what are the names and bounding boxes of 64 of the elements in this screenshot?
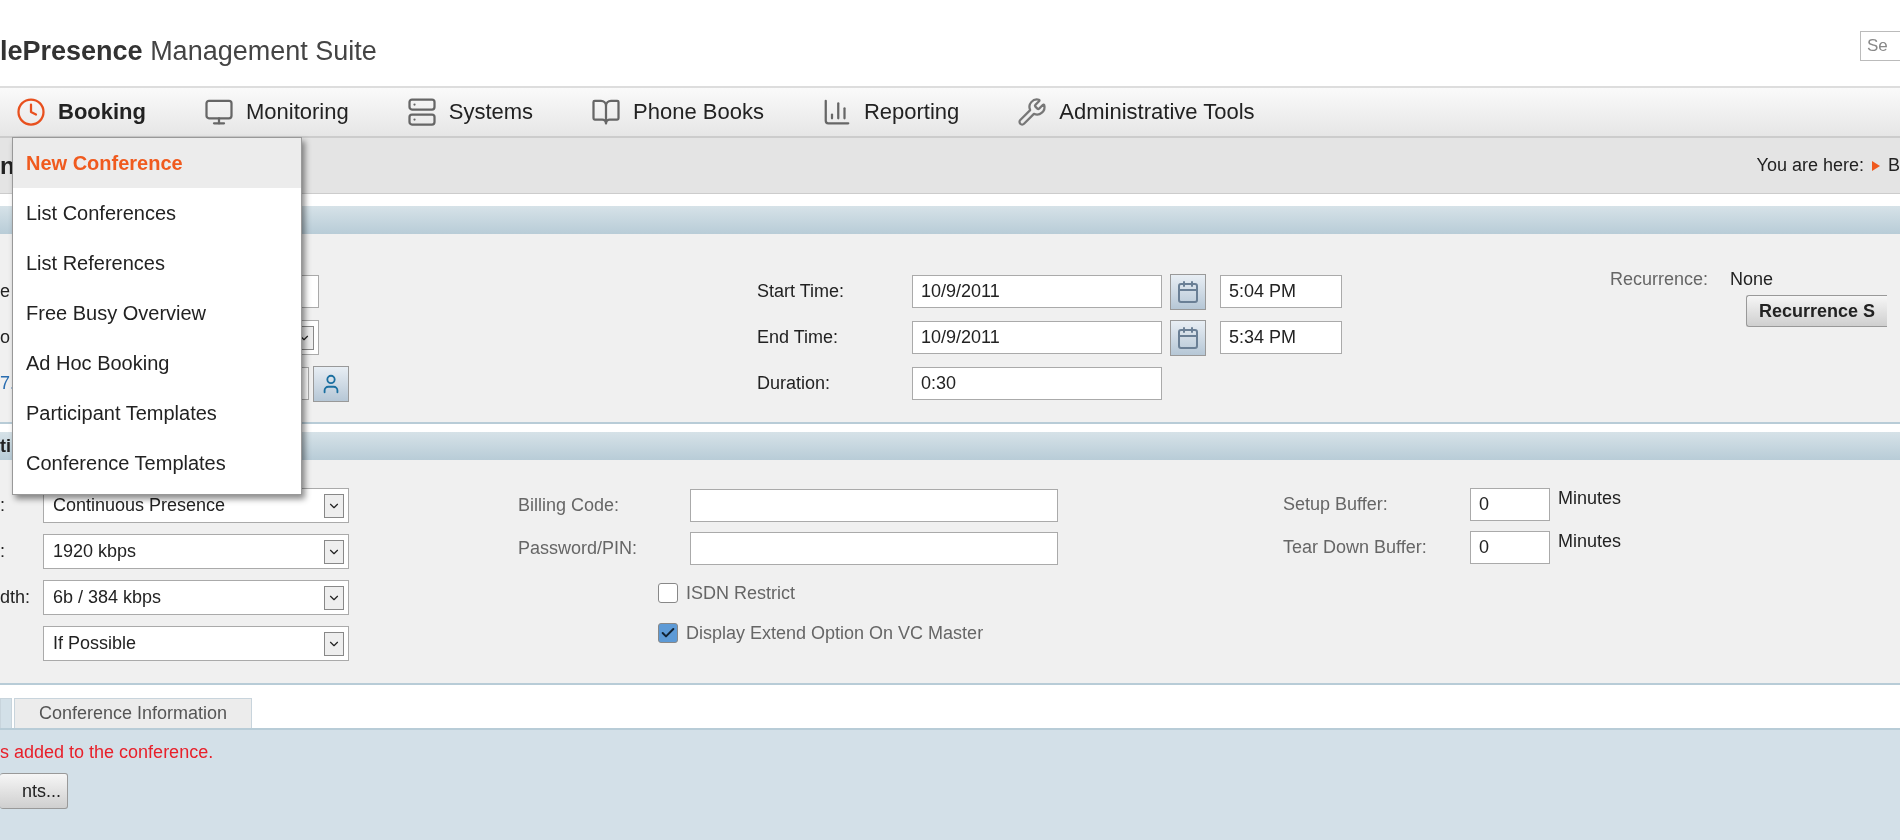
field-label: End Time: — [757, 327, 839, 348]
field-label: Setup Buffer: — [1283, 493, 1389, 515]
nav-item[interactable]: Phone Books — [591, 97, 764, 127]
calendar-button[interactable] — [1170, 273, 1206, 310]
checkbox[interactable] — [658, 623, 678, 643]
monitor-icon — [204, 97, 234, 127]
time-field[interactable]: 5:04 PM — [1220, 275, 1342, 308]
field-label: e — [0, 281, 10, 302]
participants-button[interactable]: nts... — [0, 773, 68, 809]
menu-item[interactable]: List Conferences — [13, 188, 301, 238]
calendar-button[interactable] — [1170, 319, 1206, 356]
tab[interactable]: Conference Information — [14, 698, 253, 728]
calendar-icon — [1176, 279, 1200, 304]
text-field[interactable] — [690, 532, 1058, 565]
select-field[interactable]: 1920 kbps — [43, 534, 349, 569]
warning-message: s added to the conference. — [0, 742, 215, 763]
nav-item[interactable]: Reporting — [821, 97, 960, 127]
checkbox-label: Display Extend Option On VC Master — [686, 622, 984, 644]
checkbox[interactable] — [658, 583, 678, 603]
breadcrumb-link[interactable]: B — [1888, 155, 1900, 176]
menu-item[interactable]: Ad Hoc Booking — [13, 338, 301, 388]
section-title: ti — [0, 435, 11, 457]
field-label: Start Time: — [757, 281, 845, 302]
field-label: o — [0, 327, 10, 348]
search-field[interactable]: Se — [1860, 31, 1900, 61]
buffer-field[interactable]: 0 — [1470, 488, 1550, 521]
field-label: dth: — [0, 587, 31, 608]
app-title: lePresence Management Suite — [0, 35, 377, 67]
select-field[interactable]: 6b / 384 kbps — [43, 580, 349, 615]
nav-item[interactable]: Monitoring — [204, 97, 349, 127]
breadcrumb-arrow-icon — [1872, 160, 1880, 171]
user-lookup-button[interactable] — [313, 365, 349, 402]
nav-item[interactable]: Administrative Tools — [1017, 97, 1255, 127]
field-label: Duration: — [757, 373, 831, 394]
text-field[interactable] — [690, 489, 1058, 522]
field-label: : — [0, 495, 5, 516]
wrench-icon — [1017, 97, 1048, 127]
date-field[interactable]: 10/9/2011 — [912, 321, 1162, 354]
calendar-icon — [1176, 325, 1200, 350]
checkbox-label: ISDN Restrict — [686, 582, 795, 604]
field-label: Tear Down Buffer: — [1283, 536, 1428, 558]
menu-item[interactable]: List References — [13, 238, 301, 288]
select-field[interactable]: If Possible — [43, 626, 349, 661]
date-field[interactable]: 10/9/2011 — [912, 275, 1162, 308]
field-label: Password/PIN: — [518, 538, 639, 559]
unit-label: Minutes — [1558, 531, 1622, 552]
menu-item[interactable]: Free Busy Overview — [13, 288, 301, 338]
duration-field[interactable]: 0:30 — [912, 367, 1162, 400]
field-label: : — [0, 541, 5, 562]
buffer-field[interactable]: 0 — [1470, 531, 1550, 564]
breadcrumb-label: You are here: — [1756, 155, 1864, 176]
clock-icon — [16, 97, 46, 127]
book-icon — [591, 97, 622, 127]
recurrence-value: None — [1730, 269, 1774, 290]
server-icon — [406, 97, 437, 127]
unit-label: Minutes — [1558, 488, 1622, 509]
recurrence-button[interactable]: Recurrence S — [1746, 295, 1888, 327]
nav-item[interactable]: Systems — [406, 97, 534, 127]
menu-item[interactable]: Conference Templates — [13, 438, 301, 488]
menu-item[interactable]: Participant Templates — [13, 388, 301, 438]
time-field[interactable]: 5:34 PM — [1220, 321, 1342, 354]
recurrence-label: Recurrence: — [1610, 269, 1709, 290]
field-label: Billing Code: — [518, 495, 621, 516]
nav-item[interactable]: Booking — [16, 97, 146, 127]
